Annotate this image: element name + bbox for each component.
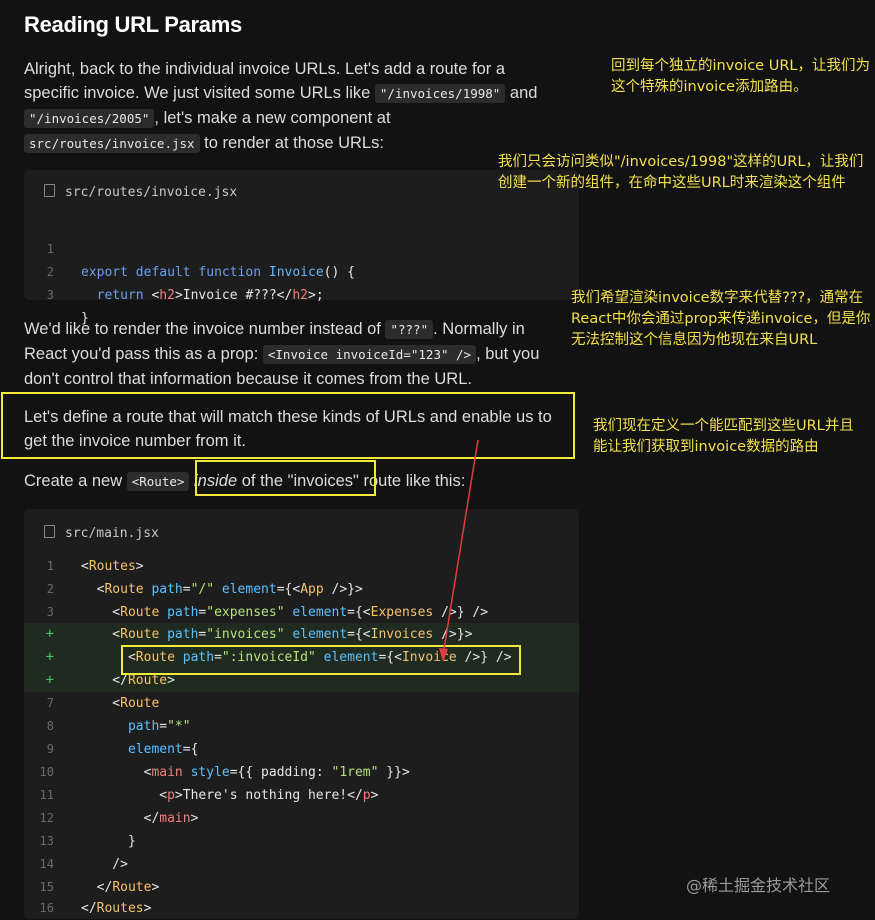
watermark: @稀土掘金技术社区 <box>686 876 831 895</box>
arrow-line <box>442 439 479 656</box>
arrow-head <box>439 648 448 662</box>
red-arrow-annotation <box>439 439 479 662</box>
